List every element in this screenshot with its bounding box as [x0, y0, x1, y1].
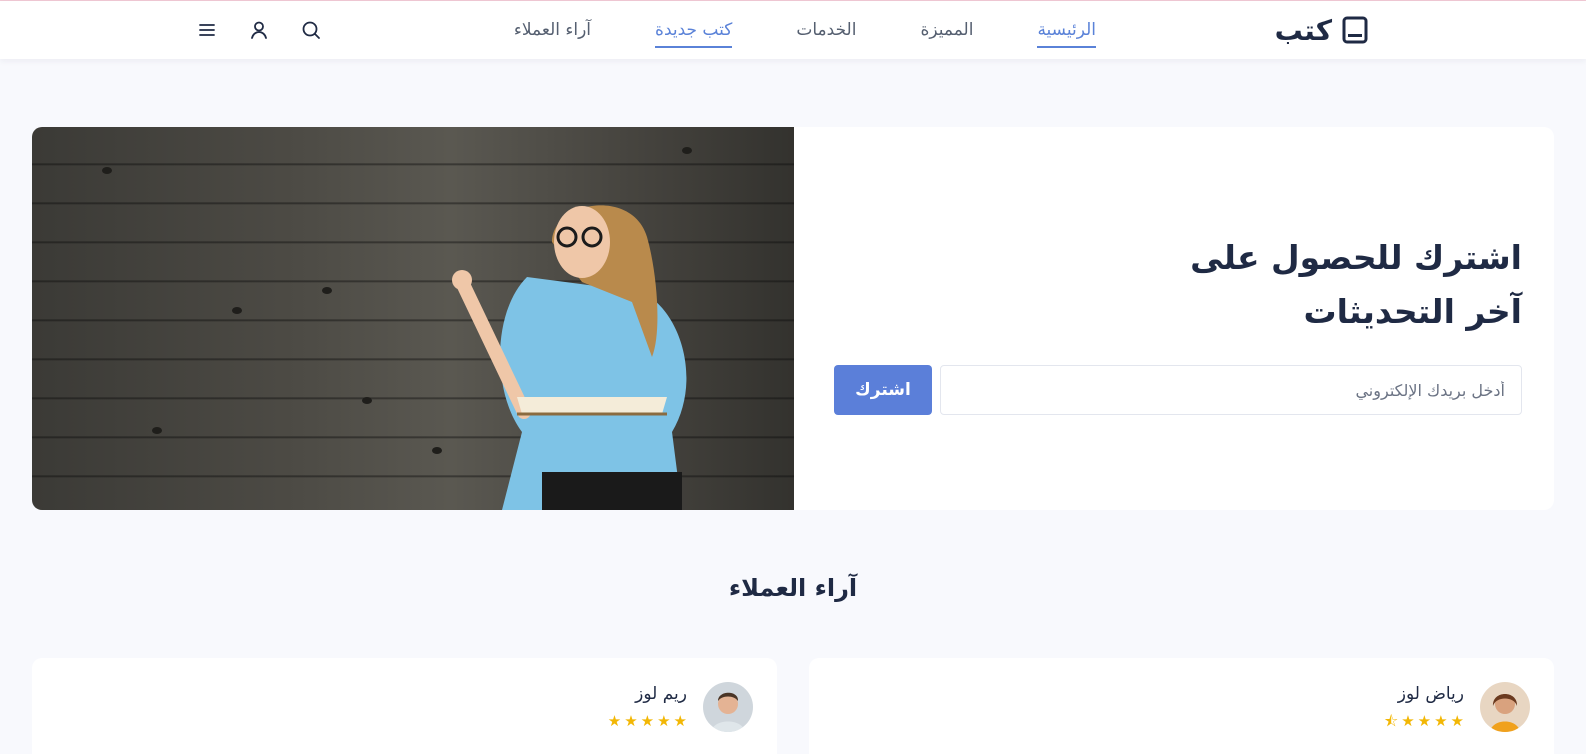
header-icon-group — [196, 1, 322, 59]
star-rating: ★ ★ ★ ★ ★ — [608, 714, 687, 729]
hero-title-line2: آخر التحديثات — [1303, 292, 1522, 331]
nav-item-reviews[interactable]: آراء العملاء — [514, 12, 591, 48]
reviews-section-title: آراء العملاء — [728, 574, 858, 602]
hero-image-woman-with-book — [32, 127, 794, 510]
nav-item-featured[interactable]: المميزة — [920, 12, 973, 48]
book-icon — [1342, 16, 1368, 44]
hero-title: اشترك للحصول على آخر التحديثات — [1162, 231, 1522, 339]
star-icon: ★ — [624, 712, 638, 730]
nav-item-services[interactable]: الخدمات — [796, 12, 856, 48]
star-icon: ★ — [1450, 712, 1464, 730]
star-icon: ★ — [673, 712, 687, 730]
woman-illustration — [452, 205, 687, 510]
star-icon: ★ — [1401, 712, 1415, 730]
main-nav: الرئيسية المميزة الخدمات كتب جديدة آراء … — [514, 1, 1096, 59]
menu-icon[interactable] — [196, 19, 218, 41]
nav-item-new-books[interactable]: كتب جديدة — [655, 12, 733, 48]
star-icon: ★ — [1417, 712, 1432, 730]
reviewer-name: ريم لوز — [635, 684, 687, 704]
avatar — [703, 682, 753, 732]
reviewer-name: رياض لوز — [1397, 684, 1464, 704]
brand-name: كتب — [1274, 13, 1332, 47]
brand-logo[interactable]: كتب — [1275, 1, 1368, 59]
search-icon[interactable] — [300, 19, 322, 41]
star-icon: ★ — [640, 712, 655, 730]
star-icon: ★ — [607, 712, 622, 730]
nav-item-home[interactable]: الرئيسية — [1037, 12, 1096, 48]
subscribe-button[interactable]: اشترك — [834, 365, 932, 415]
review-card: رياض لوز ⯪ ★ ★ ★ ★ — [809, 658, 1554, 754]
subscribe-form: اشترك — [826, 365, 1522, 415]
star-rating: ⯪ ★ ★ ★ ★ — [1384, 714, 1464, 729]
site-header: كتب الرئيسية المميزة الخدمات كتب جديدة آ… — [0, 1, 1586, 59]
star-icon: ★ — [1434, 712, 1448, 730]
user-icon[interactable] — [248, 19, 270, 41]
email-input[interactable] — [940, 365, 1522, 415]
star-icon: ★ — [657, 712, 671, 730]
subscribe-hero: اشترك للحصول على آخر التحديثات اشترك — [32, 127, 1554, 510]
reviews-list: رياض لوز ⯪ ★ ★ ★ ★ ريم لوز ★ ★ ★ ★ ★ — [32, 658, 1554, 754]
subscribe-panel: اشترك للحصول على آخر التحديثات اشترك — [794, 127, 1554, 510]
hero-title-line1: اشترك للحصول على — [1190, 238, 1522, 277]
star-icon-half: ⯪ — [1383, 712, 1399, 730]
review-card: ريم لوز ★ ★ ★ ★ ★ — [32, 658, 777, 754]
avatar — [1480, 682, 1530, 732]
